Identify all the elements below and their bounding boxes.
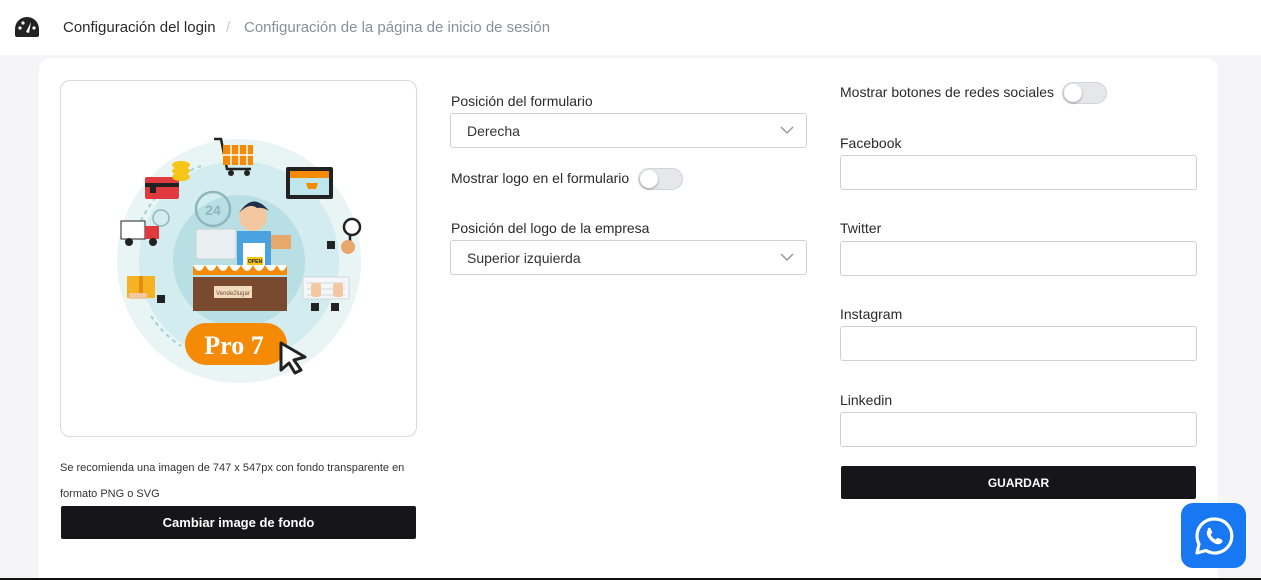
logo-position-value: Superior izquierda — [467, 249, 581, 266]
twitter-input[interactable] — [840, 241, 1197, 276]
instagram-input[interactable] — [840, 326, 1197, 361]
breadcrumb-sub: Configuración de la página de inicio de … — [244, 19, 551, 36]
linkedin-input[interactable] — [840, 412, 1197, 447]
open-sign-text: OPEN — [248, 259, 263, 265]
logo-position-select[interactable]: Superior izquierda — [450, 240, 807, 275]
dashboard-gauge-icon[interactable] — [14, 16, 40, 38]
toggle-knob — [640, 170, 658, 188]
shop-sign-text: Vende2lugar — [216, 291, 250, 297]
chevron-down-icon — [780, 253, 794, 262]
facebook-label: Facebook — [840, 135, 902, 151]
toggle-knob — [1064, 84, 1082, 102]
social-buttons-toggle[interactable] — [1062, 82, 1107, 104]
online-shop-icon — [286, 167, 333, 199]
pro-badge-text: Pro 7 — [204, 331, 263, 360]
social-buttons-label: Mostrar botones de redes sociales — [840, 84, 1054, 100]
change-background-button[interactable]: Cambiar image de fondo — [61, 506, 416, 539]
breadcrumb-current[interactable]: Configuración del login — [63, 19, 216, 36]
top-bar: Configuración del login / Configuración … — [0, 0, 1261, 55]
chevron-down-icon — [780, 126, 794, 135]
form-position-select[interactable]: Derecha — [450, 113, 807, 148]
breadcrumb-separator: / — [226, 19, 231, 36]
whatsapp-button[interactable] — [1181, 503, 1246, 568]
image-recommendation-hint: Se recomienda una imagen de 747 x 547px … — [60, 462, 405, 500]
show-logo-toggle[interactable] — [638, 168, 683, 190]
linkedin-label: Linkedin — [840, 392, 893, 408]
login-illustration: 24 Vende2lugar OPEN Pro 7 — [117, 137, 362, 383]
facebook-input[interactable] — [840, 155, 1197, 190]
show-logo-label: Mostrar logo en el formulario — [451, 170, 630, 186]
twitter-label: Twitter — [840, 220, 882, 236]
save-button[interactable]: GUARDAR — [841, 466, 1196, 499]
whatsapp-icon — [1194, 516, 1233, 555]
svg-text:24: 24 — [205, 202, 221, 218]
logo-position-label: Posición del logo de la empresa — [451, 220, 650, 236]
shop-counter: Vende2lugar — [193, 265, 287, 311]
background-image-preview: 24 Vende2lugar OPEN Pro 7 — [60, 80, 417, 437]
form-position-label: Posición del formulario — [451, 93, 593, 109]
form-position-value: Derecha — [467, 122, 520, 139]
instagram-label: Instagram — [840, 306, 903, 322]
